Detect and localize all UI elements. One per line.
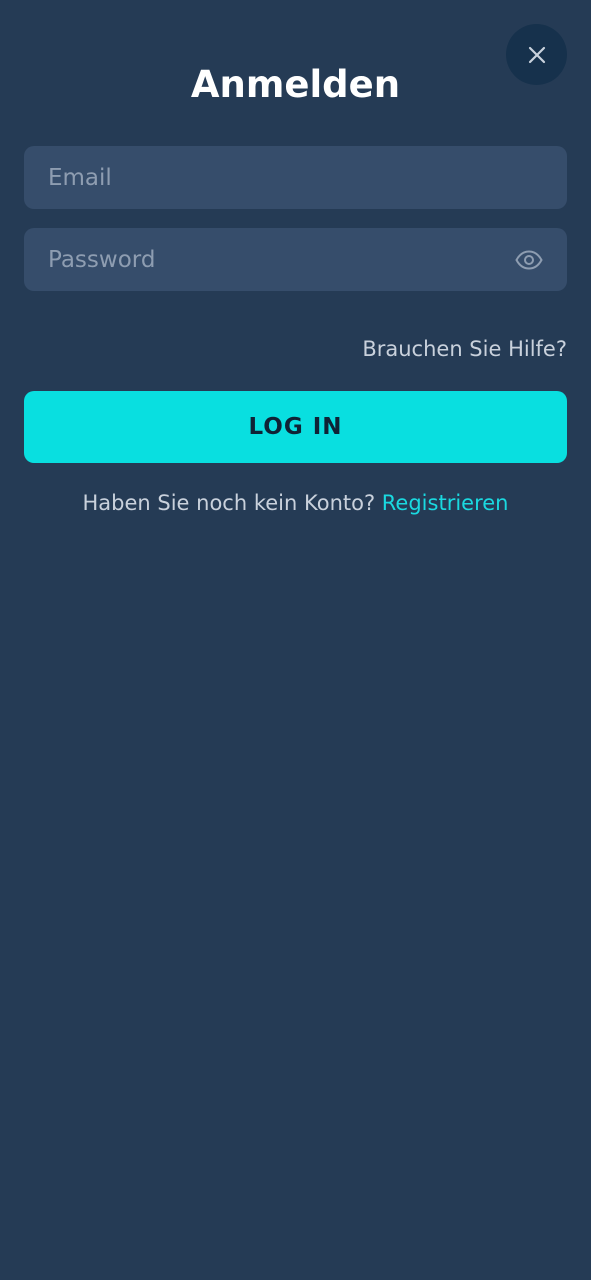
email-field-container <box>24 146 567 209</box>
help-link[interactable]: Brauchen Sie Hilfe? <box>362 334 567 364</box>
login-button[interactable]: LOG IN <box>24 391 567 463</box>
login-modal: Anmelden Brauchen Sie Hilfe? LOG IN Habe… <box>0 0 591 1280</box>
password-field-container <box>24 228 567 291</box>
email-field[interactable] <box>24 146 567 209</box>
password-field[interactable] <box>24 228 567 291</box>
register-prompt-line: Haben Sie noch kein Konto? Registrieren <box>0 488 591 518</box>
register-prompt: Haben Sie noch kein Konto? <box>82 491 382 515</box>
register-link[interactable]: Registrieren <box>382 491 509 515</box>
page-title: Anmelden <box>190 63 401 106</box>
eye-icon[interactable] <box>515 247 543 273</box>
